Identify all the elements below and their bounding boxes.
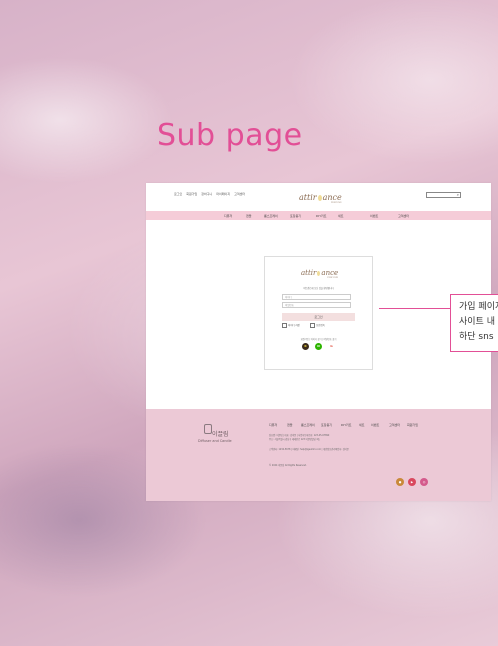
callout-note: 가입 페이지 사이트 내 하단 sns [450, 294, 498, 352]
search-input[interactable]: ⌕ [426, 192, 461, 198]
page-mockup: 로그인 회원가입 장바구니 마이페이지 고객센터 attir ance PERFU… [146, 183, 491, 501]
login-logo: attir ance PERFUME [301, 269, 339, 279]
footer-menu-item[interactable]: 룸스프레이 [301, 423, 315, 427]
id-input[interactable]: 아이디 [282, 294, 351, 300]
footer-info: 주소: 서울특별시 강남구 테헤란로 123 이끌림빌딩 4층 [269, 438, 320, 441]
account-links[interactable]: 회원가입 | 아이디 찾기 | 비밀번호 찾기 [265, 337, 372, 341]
bulb-icon [317, 195, 322, 201]
callout-connector [379, 308, 451, 309]
callout-line: 가입 페이지 [459, 302, 498, 312]
util-link-mypage[interactable]: 마이페이지 [216, 192, 230, 196]
save-id-checkbox[interactable]: 아이디 저장 [282, 323, 300, 328]
util-link-cs[interactable]: 고객센터 [234, 192, 245, 196]
footer-menu-item[interactable]: 고객센터 [389, 423, 400, 427]
login-button[interactable]: 로그인 [282, 313, 355, 321]
nav-item[interactable]: 캔들 [246, 214, 252, 218]
password-input[interactable]: 비밀번호 [282, 302, 351, 308]
login-box: attir ance PERFUME 어트랜스에 오신 것을 환영합니다 아이디 … [264, 256, 373, 370]
footer-menu-item[interactable]: 회원가입 [407, 423, 418, 427]
nav-item[interactable]: 디퓨저 [224, 214, 232, 218]
footer-menu-item[interactable]: 캔들 [287, 423, 293, 427]
site-logo[interactable]: attir ance PERFUME [299, 193, 342, 204]
footer-copyright: © 2024 이끌림 All Rights Reserved. [269, 464, 307, 467]
checkbox-icon [310, 323, 315, 328]
nav-item[interactable]: 룸스프레이 [264, 214, 278, 218]
footer-info: 고객센터: 1234-5678 | 이메일: help@igeullim.com… [269, 448, 349, 451]
search-icon[interactable]: ⌕ [457, 193, 459, 197]
footer-menu-item[interactable]: 포장용기 [321, 423, 332, 427]
kakao-story-icon[interactable]: ● [396, 478, 404, 486]
util-link-join[interactable]: 회원가입 [186, 192, 197, 196]
page-title: Sub page [157, 118, 303, 153]
util-link-login[interactable]: 로그인 [174, 192, 182, 196]
google-login-icon[interactable]: G [328, 343, 335, 350]
instagram-icon[interactable]: ◎ [420, 478, 428, 486]
nav-item[interactable]: 고객센터 [398, 214, 409, 218]
naver-login-icon[interactable]: N [315, 343, 322, 350]
footer-menu-item[interactable]: 세트 [359, 423, 365, 427]
bulb-icon [317, 270, 321, 276]
footer-menu-item[interactable]: DIY키트 [341, 423, 352, 427]
youtube-icon[interactable]: ▶ [408, 478, 416, 486]
nav-item[interactable]: 이벤트 [370, 214, 378, 218]
kakao-login-icon[interactable]: K [302, 343, 309, 350]
callout-line: 하단 sns [459, 332, 494, 342]
nav-item[interactable]: DIY키트 [316, 214, 327, 218]
nav-item[interactable]: 포장용기 [290, 214, 301, 218]
callout-line: 사이트 내 [459, 317, 495, 327]
util-links: 로그인 회원가입 장바구니 마이페이지 고객센터 [174, 192, 248, 196]
footer-menu-item[interactable]: 이벤트 [371, 423, 379, 427]
site-footer: 이끌림 Diffuser and Candle 디퓨저 캔들 룸스프레이 포장용… [146, 409, 491, 501]
nav-item[interactable]: 세트 [338, 214, 344, 218]
main-nav: 디퓨저 캔들 룸스프레이 포장용기 DIY키트 세트 이벤트 고객센터 [146, 211, 491, 220]
login-welcome: 어트랜스에 오신 것을 환영합니다 [303, 287, 334, 290]
checkbox-icon [282, 323, 287, 328]
secure-checkbox[interactable]: 보안접속 [310, 323, 325, 328]
util-link-cart[interactable]: 장바구니 [201, 192, 212, 196]
footer-brand: 이끌림 [212, 431, 229, 438]
footer-tagline: Diffuser and Candle [198, 439, 232, 443]
footer-menu-item[interactable]: 디퓨저 [269, 423, 277, 427]
diffuser-icon [204, 424, 212, 434]
site-header: 로그인 회원가입 장바구니 마이페이지 고객센터 attir ance PERFU… [146, 183, 491, 211]
